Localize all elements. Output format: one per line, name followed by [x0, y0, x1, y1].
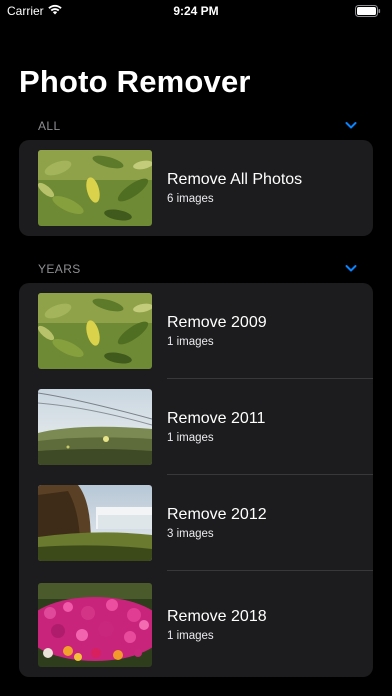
battery-icon	[355, 5, 381, 20]
chevron-down-icon[interactable]	[344, 118, 358, 132]
row-subtitle: 1 images	[167, 432, 214, 444]
list-item-remove-all[interactable]: Remove All Photos 6 images	[19, 140, 373, 236]
list-item-2012[interactable]: Remove 2012 3 images	[19, 475, 373, 571]
section-header-label: ALL	[38, 119, 61, 133]
row-subtitle: 1 images	[167, 630, 214, 642]
meadow-photo-thumbnail	[38, 389, 152, 465]
list-item-2011[interactable]: Remove 2011 1 images	[19, 379, 373, 475]
list-item-2018[interactable]: Remove 2018 1 images	[19, 571, 373, 677]
row-subtitle: 3 images	[167, 528, 214, 540]
all-photos-group: Remove All Photos 6 images	[19, 140, 373, 236]
years-group: Remove 2009 1 images Remove 2011 1 image…	[19, 283, 373, 677]
row-title: Remove 2012	[167, 506, 267, 523]
leaves-photo-thumbnail	[38, 150, 152, 226]
row-subtitle: 6 images	[167, 193, 214, 205]
section-header-all[interactable]: ALL	[38, 119, 358, 137]
leaves-photo-thumbnail	[38, 293, 152, 369]
chevron-down-icon[interactable]	[344, 261, 358, 275]
flowers-photo-thumbnail	[38, 583, 152, 667]
status-bar: Carrier 9:24 PM	[0, 0, 392, 22]
list-item-2009[interactable]: Remove 2009 1 images	[19, 283, 373, 379]
status-time: 9:24 PM	[173, 4, 219, 18]
row-title: Remove 2018	[167, 608, 267, 625]
row-title: Remove All Photos	[167, 171, 303, 188]
row-title: Remove 2011	[167, 410, 266, 427]
row-title: Remove 2009	[167, 314, 267, 331]
section-header-years[interactable]: YEARS	[38, 262, 358, 280]
page-title: Photo Remover	[19, 64, 251, 99]
row-subtitle: 1 images	[167, 336, 214, 348]
waterfall-photo-thumbnail	[38, 485, 152, 561]
section-header-label: YEARS	[38, 262, 81, 276]
app-screen: Carrier 9:24 PM Photo Remover ALL Remove…	[0, 0, 392, 696]
